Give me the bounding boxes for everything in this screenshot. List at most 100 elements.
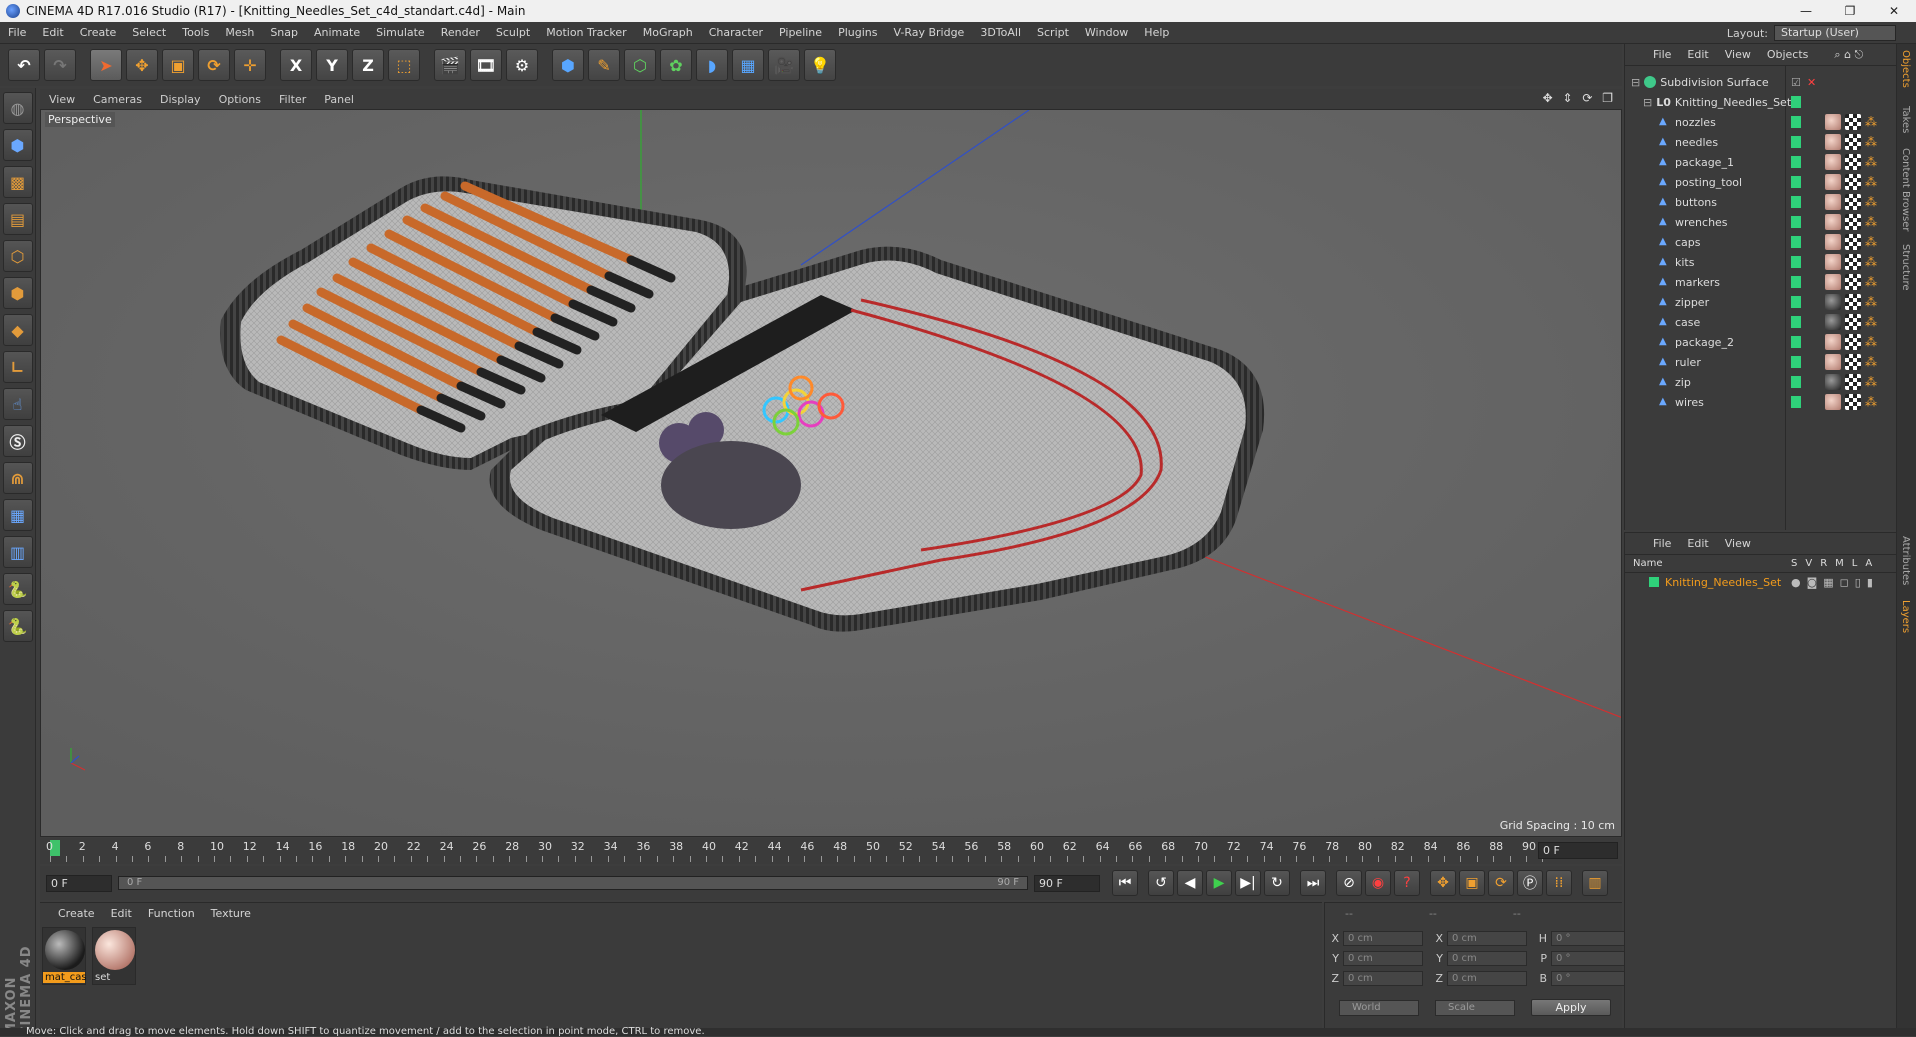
menu-vray-bridge[interactable]: V-Ray Bridge: [885, 26, 972, 39]
model-mode-icon[interactable]: ⬢: [3, 129, 33, 161]
go-to-previous-key-icon[interactable]: ↺: [1148, 870, 1174, 896]
layer-color-swatch[interactable]: [1791, 176, 1801, 188]
phong-tag-icon[interactable]: ⁂: [1865, 154, 1881, 170]
edges-mode-icon[interactable]: ⬢: [3, 277, 33, 309]
mograph-cloner-icon[interactable]: ✿: [660, 49, 692, 81]
undo-button[interactable]: ↶: [8, 49, 40, 81]
texture-tag-icon[interactable]: [1845, 394, 1861, 410]
tree-row-object[interactable]: ▲caps⁂: [1625, 232, 1897, 252]
menu-simulate[interactable]: Simulate: [368, 26, 433, 39]
texture-tag-icon[interactable]: [1845, 314, 1861, 330]
points-mode-icon[interactable]: ⬡: [3, 240, 33, 272]
material-tag-icon[interactable]: [1825, 214, 1841, 230]
pen-spline-icon[interactable]: ✎: [588, 49, 620, 81]
phong-tag-icon[interactable]: ⁂: [1865, 274, 1881, 290]
y-axis-lock-button[interactable]: Y: [316, 49, 348, 81]
collapse-icon[interactable]: ⊟: [1643, 96, 1652, 109]
edit-render-settings-icon[interactable]: ⚙: [506, 49, 538, 81]
tweak-mode-icon[interactable]: ☝: [3, 388, 33, 420]
tree-row-object[interactable]: ▲zip⁂: [1625, 372, 1897, 392]
layer-color-swatch[interactable]: [1791, 136, 1801, 148]
tree-row-object[interactable]: ▲ruler⁂: [1625, 352, 1897, 372]
layer-color-swatch[interactable]: [1649, 577, 1659, 587]
menu-pipeline[interactable]: Pipeline: [771, 26, 830, 39]
menu-window[interactable]: Window: [1077, 26, 1136, 39]
material-tag-icon[interactable]: [1825, 134, 1841, 150]
tree-row-subdivision-surface[interactable]: ⊟ Subdivision Surface ☑ ✕: [1625, 72, 1897, 92]
layer-color-swatch[interactable]: [1791, 96, 1801, 108]
key-parameter-icon[interactable]: Ⓟ: [1517, 870, 1543, 896]
mat-menu-create[interactable]: Create: [50, 907, 103, 920]
phong-tag-icon[interactable]: ⁂: [1865, 254, 1881, 270]
autokeying-icon[interactable]: ?: [1394, 870, 1420, 896]
material-tag-icon[interactable]: [1825, 314, 1841, 330]
z-axis-lock-button[interactable]: Z: [352, 49, 384, 81]
key-scale-icon[interactable]: ▣: [1459, 870, 1485, 896]
phong-tag-icon[interactable]: ⁂: [1865, 234, 1881, 250]
key-position-icon[interactable]: ✥: [1430, 870, 1456, 896]
obj-menu-objects[interactable]: Objects: [1759, 48, 1817, 61]
tab-content-browser[interactable]: Content Browser: [1900, 148, 1911, 231]
key-rotation-icon[interactable]: ⟳: [1488, 870, 1514, 896]
polygons-mode-icon[interactable]: ◆: [3, 314, 33, 346]
texture-tag-icon[interactable]: [1845, 274, 1861, 290]
menu-edit[interactable]: Edit: [34, 26, 71, 39]
menu-character[interactable]: Character: [701, 26, 771, 39]
layer-color-swatch[interactable]: [1791, 256, 1801, 268]
size-y-field[interactable]: 0 cm: [1447, 951, 1527, 966]
layer-color-swatch[interactable]: [1791, 296, 1801, 308]
menu-animate[interactable]: Animate: [306, 26, 368, 39]
tree-row-object[interactable]: ▲case⁂: [1625, 312, 1897, 332]
start-frame-field[interactable]: 0 F: [46, 875, 112, 892]
3d-viewport[interactable]: Perspective Grid Spacing : 10 cm: [40, 109, 1622, 837]
menu-snap[interactable]: Snap: [262, 26, 306, 39]
collapse-icon[interactable]: ⊟: [1631, 76, 1640, 89]
key-point-level-icon[interactable]: ⁞⁞: [1546, 870, 1572, 896]
layout-dropdown[interactable]: Startup (User): [1774, 25, 1896, 41]
apply-button[interactable]: Apply: [1531, 999, 1611, 1016]
python-script-2-icon[interactable]: 🐍: [3, 610, 33, 642]
phong-tag-icon[interactable]: ⁂: [1865, 214, 1881, 230]
x-axis-lock-button[interactable]: X: [280, 49, 312, 81]
timeline-ruler[interactable]: 0246810121416182022242628303234363840424…: [40, 838, 1622, 864]
material-tag-icon[interactable]: [1825, 294, 1841, 310]
tab-attributes[interactable]: Attributes: [1900, 536, 1911, 585]
phong-tag-icon[interactable]: ⁂: [1865, 294, 1881, 310]
obj-menu-view[interactable]: View: [1717, 48, 1759, 61]
layer-row[interactable]: Knitting_Needles_Set ●◙▦◻▯▮: [1625, 573, 1896, 591]
workplane-axis-icon[interactable]: ▥: [3, 536, 33, 568]
floor-scene-icon[interactable]: ▦: [732, 49, 764, 81]
mat-menu-texture[interactable]: Texture: [203, 907, 259, 920]
recent-tool-icon[interactable]: ✛: [234, 49, 266, 81]
tree-row-object[interactable]: ▲buttons⁂: [1625, 192, 1897, 212]
texture-tag-icon[interactable]: [1845, 154, 1861, 170]
layer-flag-icons[interactable]: ●◙▦◻▯▮: [1791, 576, 1879, 589]
move-tool-icon[interactable]: ✥: [126, 49, 158, 81]
layer-color-swatch[interactable]: [1791, 236, 1801, 248]
render-view-icon[interactable]: 🎬: [434, 49, 466, 81]
go-to-next-key-icon[interactable]: ↻: [1264, 870, 1290, 896]
texture-tag-icon[interactable]: [1845, 214, 1861, 230]
close-button[interactable]: ✕: [1872, 0, 1916, 22]
layer-color-swatch[interactable]: [1791, 316, 1801, 328]
menu-mograph[interactable]: MoGraph: [635, 26, 701, 39]
layer-color-swatch[interactable]: [1791, 156, 1801, 168]
rotation-p-field[interactable]: 0 °: [1551, 951, 1631, 966]
tree-row-object[interactable]: ▲needles⁂: [1625, 132, 1897, 152]
rotation-h-field[interactable]: 0 °: [1551, 931, 1631, 946]
menu-3dtoall[interactable]: 3DToAll: [972, 26, 1029, 39]
material-tag-icon[interactable]: [1825, 114, 1841, 130]
tree-row-object[interactable]: ▲markers⁂: [1625, 272, 1897, 292]
menu-script[interactable]: Script: [1029, 26, 1077, 39]
axis-mode-icon[interactable]: ∟: [3, 351, 33, 383]
position-z-field[interactable]: 0 cm: [1343, 971, 1423, 986]
material-tag-icon[interactable]: [1825, 234, 1841, 250]
menu-motion-tracker[interactable]: Motion Tracker: [538, 26, 634, 39]
texture-tag-icon[interactable]: [1845, 194, 1861, 210]
record-active-objects-icon[interactable]: ◉: [1365, 870, 1391, 896]
mat-menu-function[interactable]: Function: [140, 907, 203, 920]
timeline-ticks[interactable]: 0246810121416182022242628303234363840424…: [50, 838, 1526, 864]
texture-tag-icon[interactable]: [1845, 234, 1861, 250]
menu-sculpt[interactable]: Sculpt: [488, 26, 538, 39]
maximize-button[interactable]: ❐: [1828, 0, 1872, 22]
